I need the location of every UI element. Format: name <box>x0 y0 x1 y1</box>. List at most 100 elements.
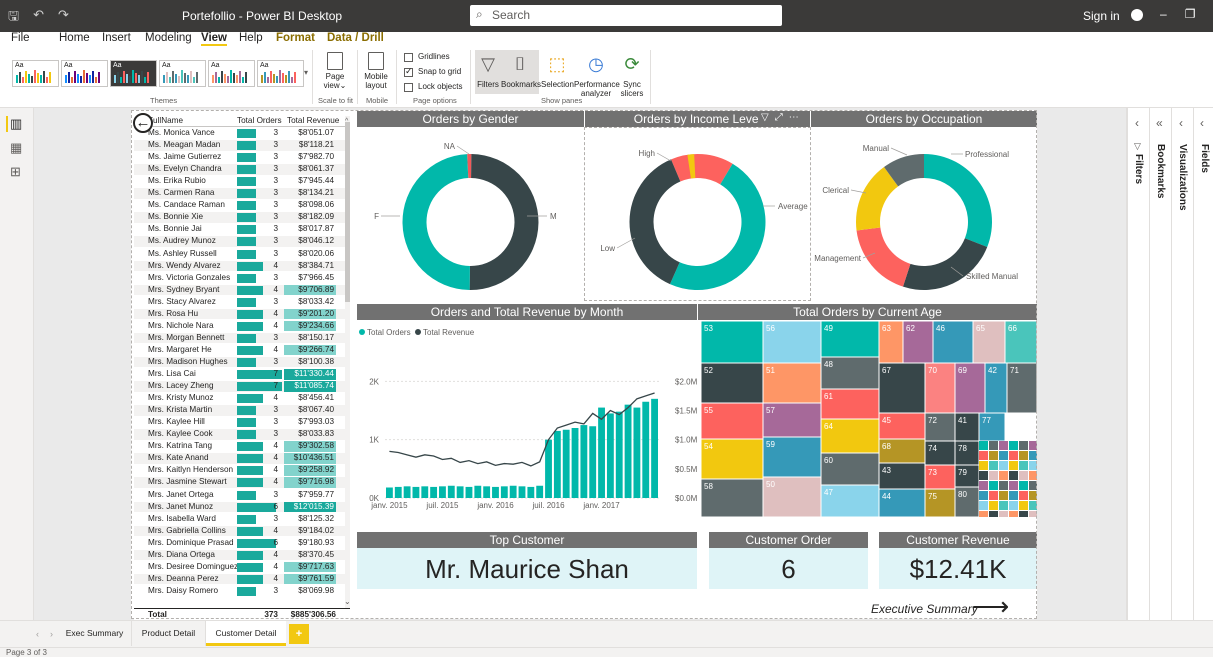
table-row[interactable]: Ms. Erika Rubio 3 $7'945.44 <box>134 176 350 187</box>
table-row[interactable]: Mrs. Nichole Nara 4 $9'234.66 <box>134 320 350 332</box>
menu-view[interactable]: View <box>201 32 227 46</box>
treemap-cell[interactable] <box>1029 501 1037 510</box>
table-row[interactable]: Mrs. Daisy Romero 3 $8'069.98 <box>134 586 350 597</box>
table-row[interactable]: Mrs. Lacey Zheng 7 $11'085.74 <box>134 381 350 392</box>
treemap-cell[interactable] <box>1019 491 1028 500</box>
orders-bar[interactable] <box>492 486 499 498</box>
table-row[interactable]: Ms. Candace Raman 3 $8'098.06 <box>134 200 350 211</box>
restore-button[interactable]: ❐ <box>1185 7 1196 21</box>
mobile-layout-button[interactable]: Mobile layout <box>361 52 391 90</box>
table-row[interactable]: Mrs. Gabriella Collins 4 $9'184.02 <box>134 525 350 537</box>
treemap-cell[interactable] <box>1019 481 1028 490</box>
customer-order-card[interactable]: 6 <box>709 548 868 589</box>
donut-slice[interactable] <box>902 238 988 290</box>
bookmarks-pane[interactable]: « Bookmarks <box>1149 108 1171 620</box>
top-customer-card[interactable]: Mr. Maurice Shan <box>357 548 697 589</box>
scroll-down-icon[interactable]: ⌄ <box>344 597 351 606</box>
gridlines-checkbox[interactable]: Gridlines <box>404 52 450 62</box>
treemap-cell[interactable] <box>979 451 988 460</box>
donut-slice[interactable] <box>469 154 539 290</box>
treemap-cell[interactable] <box>1009 491 1018 500</box>
treemap-cell[interactable] <box>979 481 988 490</box>
treemap-cell[interactable] <box>1029 481 1037 490</box>
treemap-cell[interactable] <box>999 451 1008 460</box>
theme-swatch[interactable]: Aa <box>208 60 255 87</box>
save-icon[interactable]: 🖫 <box>8 7 19 29</box>
orders-bar[interactable] <box>615 411 623 498</box>
table-row[interactable]: Mrs. Krista Martin 3 $8'067.40 <box>134 405 350 416</box>
treemap-cell[interactable] <box>989 471 998 480</box>
table-row[interactable]: Mrs. Kaylee Cook 3 $8'033.83 <box>134 429 350 440</box>
table-row[interactable]: Ms. Carmen Rana 3 $8'134.21 <box>134 188 350 199</box>
selection-pane-button[interactable]: ⬚ Selection <box>541 52 574 89</box>
table-row[interactable]: Mrs. Jasmine Stewart 4 $9'716.98 <box>134 477 350 488</box>
treemap-cell[interactable] <box>989 501 998 510</box>
treemap-cell[interactable] <box>1029 451 1037 460</box>
treemap-cell[interactable] <box>1019 511 1028 517</box>
orders-bar[interactable] <box>651 398 658 498</box>
column-header-total-orders[interactable]: Total Orders <box>237 116 282 125</box>
arrow-right-icon[interactable]: ⟶ <box>972 591 1009 622</box>
column-header-fullname[interactable]: FullName <box>148 116 183 125</box>
table-row[interactable]: Ms. Audrey Munoz 3 $8'046.12 <box>134 236 350 247</box>
orders-bar[interactable] <box>430 486 438 498</box>
redo-icon[interactable]: ↷ <box>58 7 69 29</box>
treemap-cell[interactable] <box>1009 451 1018 460</box>
treemap-cell[interactable] <box>989 511 998 517</box>
double-chevron-left-icon[interactable]: « <box>1156 116 1163 130</box>
treemap-cell[interactable] <box>1009 511 1018 517</box>
avatar[interactable] <box>1131 9 1143 21</box>
treemap-cell[interactable] <box>989 491 998 500</box>
table-row[interactable]: Mrs. Isabella Ward 3 $8'125.32 <box>134 514 350 525</box>
treemap-cell[interactable] <box>979 491 988 500</box>
sync-slicers-button[interactable]: ⟳ Sync slicers <box>619 52 645 98</box>
orders-bar[interactable] <box>606 413 614 498</box>
customer-revenue-card[interactable]: $12.41K <box>879 548 1037 589</box>
treemap-cell[interactable] <box>989 461 998 470</box>
table-row[interactable]: Mrs. Sydney Bryant 4 $9'706.89 <box>134 284 350 296</box>
focus-mode-icon[interactable]: ⤢ <box>775 112 783 126</box>
orders-bar[interactable] <box>536 485 544 498</box>
chevron-left-icon[interactable]: ‹ <box>1200 116 1204 130</box>
menu-insert[interactable]: Insert <box>102 32 131 44</box>
occupation-donut[interactable]: Professional Skilled Manual Management Cler… <box>811 127 1037 300</box>
orders-bar[interactable] <box>386 487 393 499</box>
table-row[interactable]: Mrs. Diana Ortega 4 $8'370.45 <box>134 549 350 561</box>
fields-pane[interactable]: ‹ Fields <box>1193 108 1213 620</box>
table-row[interactable]: Ms. Monica Vance 3 $8'051.07 <box>134 128 350 139</box>
orders-bar[interactable] <box>439 486 446 498</box>
tab-exec-summary[interactable]: Exec Summary <box>58 621 132 646</box>
sign-in-link[interactable]: Sign in <box>1083 9 1120 23</box>
treemap-cell[interactable] <box>979 511 988 517</box>
executive-summary-link[interactable]: Executive Summary <box>871 602 978 616</box>
orders-bar[interactable] <box>553 430 561 498</box>
theme-swatch[interactable]: Aa <box>159 60 206 87</box>
orders-revenue-chart[interactable]: Total Orders Total Revenue0K1K2K$0.0M$0.5… <box>357 320 697 515</box>
treemap-cell[interactable] <box>989 481 998 490</box>
table-row[interactable]: Mrs. Madison Hughes 3 $8'100.38 <box>134 356 350 368</box>
orders-bar[interactable] <box>518 486 526 498</box>
table-row[interactable]: Ms. Bonnie Jai 3 $8'017.87 <box>134 224 350 235</box>
revenue-line[interactable] <box>389 392 655 467</box>
gender-donut[interactable]: NA F M <box>357 127 584 300</box>
orders-bar[interactable] <box>527 486 535 498</box>
column-header-total-revenue[interactable]: Total Revenue <box>287 116 339 125</box>
theme-swatch[interactable]: Aa <box>61 60 108 87</box>
orders-bar[interactable] <box>421 486 429 498</box>
orders-bar[interactable] <box>509 485 517 498</box>
table-row[interactable]: Mrs. Kristy Munoz 4 $8'456.41 <box>134 393 350 404</box>
treemap-cell[interactable] <box>1029 511 1037 517</box>
tab-scroll-right-icon[interactable]: › <box>50 629 53 639</box>
treemap-cell[interactable] <box>979 441 988 450</box>
treemap-cell[interactable] <box>999 441 1008 450</box>
visualizations-pane[interactable]: ‹ Visualizations <box>1171 108 1193 620</box>
add-page-button[interactable]: + <box>289 624 309 644</box>
treemap-cell[interactable] <box>979 461 988 470</box>
treemap-cell[interactable] <box>1019 501 1028 510</box>
treemap-cell[interactable] <box>999 491 1008 500</box>
minimize-button[interactable]: – <box>1160 7 1167 21</box>
treemap-cell[interactable] <box>1029 491 1037 500</box>
table-row[interactable]: Mrs. Morgan Bennett 3 $8'150.17 <box>134 332 350 344</box>
bookmarks-pane-button[interactable]: ⌷ Bookmarks <box>501 52 541 89</box>
age-treemap[interactable]: 53 56 49 63 62 46 65 66 52 51 48 67 70 69 42 71 61 55 57 45… <box>701 321 1037 517</box>
